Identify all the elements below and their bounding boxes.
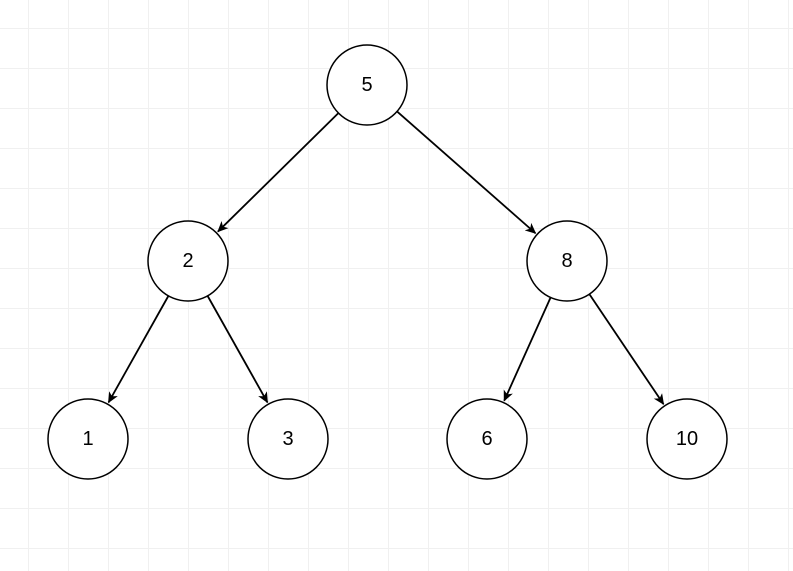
tree-edge: [589, 294, 663, 404]
node-label: 1: [82, 428, 93, 450]
tree-nodes: 5 2 8 1 3 6 10: [48, 45, 727, 479]
tree-diagram: 5 2 8 1 3 6 10: [0, 0, 793, 571]
tree-edge: [504, 297, 550, 400]
node-label: 6: [481, 428, 492, 450]
tree-node: 10: [647, 399, 727, 479]
node-label: 10: [676, 428, 698, 450]
node-label: 3: [282, 428, 293, 450]
tree-node: 5: [327, 45, 407, 125]
tree-node: 1: [48, 399, 128, 479]
tree-edge: [109, 296, 169, 403]
node-label: 5: [361, 74, 372, 96]
tree-node: 8: [527, 221, 607, 301]
tree-node: 6: [447, 399, 527, 479]
tree-edge: [397, 111, 535, 233]
tree-node: 3: [248, 399, 328, 479]
tree-node: 2: [148, 221, 228, 301]
node-label: 2: [182, 250, 193, 272]
tree-edge: [208, 296, 268, 403]
tree-edge: [218, 113, 339, 232]
node-label: 8: [561, 250, 572, 272]
